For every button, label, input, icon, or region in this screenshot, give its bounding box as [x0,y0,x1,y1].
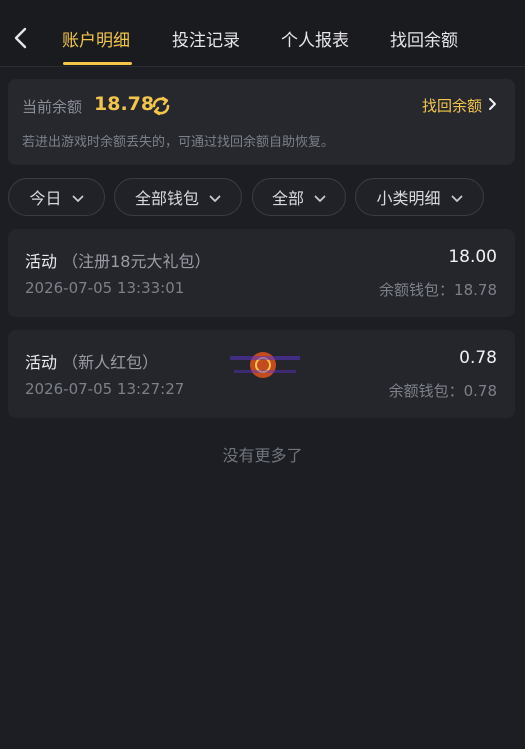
chevron-down-icon [451,188,463,207]
refresh-icon[interactable] [150,95,172,117]
tab-recover-balance[interactable]: 找回余额 [390,26,458,51]
active-tab-indicator [63,62,132,65]
watermark-logo-icon [228,350,302,380]
record-amount: 18.00 [448,247,497,267]
balance-label: 当前余额 [22,98,83,116]
filter-type-label: 全部 [271,189,304,208]
record-type-label: 活动 [25,252,58,271]
tab-bet-records[interactable]: 投注记录 [172,26,240,51]
record-type: 活动 （新人红包） [25,349,158,373]
back-icon[interactable] [10,24,32,52]
filter-subcategory-label: 小类明细 [376,189,441,208]
record-balance: 余额钱包：0.78 [388,382,497,400]
chevron-down-icon [72,188,84,207]
record-detail: （新人红包） [62,353,159,372]
filter-date-label: 今日 [29,189,62,208]
balance-card: 当前余额 18.78 找回余额 若进出游戏时余额丢失的，可通过找回余额自助恢复。 [8,79,515,165]
filter-date[interactable]: 今日 [8,178,105,216]
record-amount: 0.78 [459,348,497,368]
filter-wallet-label: 全部钱包 [134,189,199,208]
chevron-right-icon [488,97,497,115]
record-time: 2026-07-05 13:27:27 [25,380,185,398]
tab-account-details[interactable]: 账户明细 [62,26,130,51]
record-balance: 余额钱包：18.78 [379,281,497,299]
top-nav-bar: 账户明细 投注记录 个人报表 找回余额 [0,0,525,67]
recover-balance-label: 找回余额 [421,97,482,115]
record-type-label: 活动 [25,353,58,372]
record-type: 活动 （注册18元大礼包） [25,248,210,272]
end-of-list-text: 没有更多了 [222,446,303,465]
balance-hint: 若进出游戏时余额丢失的，可通过找回余额自助恢复。 [22,135,335,150]
recover-balance-link[interactable]: 找回余额 [422,95,497,116]
filter-wallet[interactable]: 全部钱包 [114,178,242,216]
tab-personal-report[interactable]: 个人报表 [281,26,349,51]
list-item[interactable]: 活动 （注册18元大礼包） 18.00 2026-07-05 13:33:01 … [8,229,515,317]
record-detail: （注册18元大礼包） [62,252,211,271]
chevron-down-icon [209,188,221,207]
chevron-down-icon [314,188,326,207]
filter-subcategory[interactable]: 小类明细 [355,178,484,216]
filter-type[interactable]: 全部 [252,178,346,216]
balance-value: 18.78 [94,93,155,115]
record-time: 2026-07-05 13:33:01 [25,279,185,297]
